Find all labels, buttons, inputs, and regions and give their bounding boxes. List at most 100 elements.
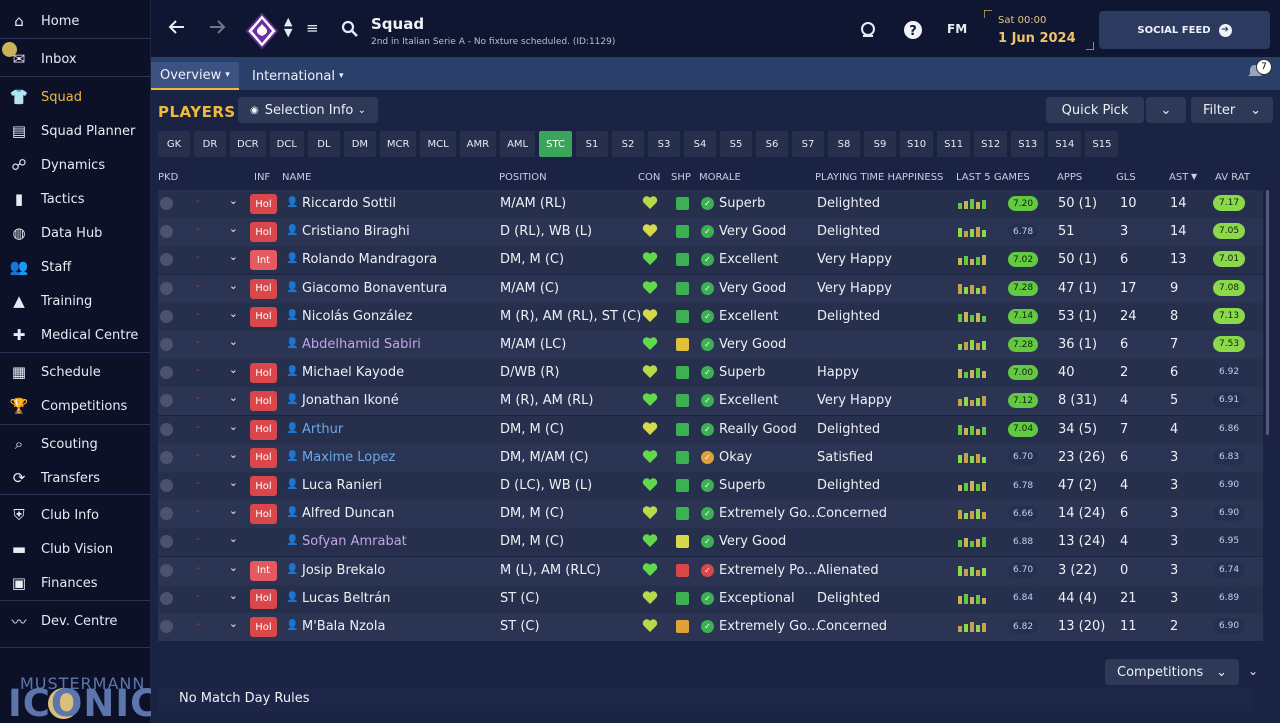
pkd-select[interactable]: - ⌄ <box>184 279 242 299</box>
pick-check-icon[interactable] <box>160 620 173 633</box>
sidebar-item-squad[interactable]: 👕 Squad <box>0 80 150 114</box>
col-pkd[interactable]: PKD <box>158 172 178 183</box>
sidebar-item-squad-planner[interactable]: ▤ Squad Planner <box>0 114 150 148</box>
player-name[interactable]: Abdelhamid Sabiri <box>302 337 421 352</box>
position-filter-dm[interactable]: DM <box>343 131 376 157</box>
position-filter-aml[interactable]: AML <box>500 131 536 157</box>
col-morale[interactable]: MORALE <box>699 172 741 183</box>
col-happiness[interactable]: PLAYING TIME HAPPINESS <box>815 172 943 183</box>
pkd-select[interactable]: - ⌄ <box>184 504 242 524</box>
col-ast[interactable]: AST <box>1169 172 1188 183</box>
pkd-select[interactable]: - ⌄ <box>184 307 242 327</box>
pick-check-icon[interactable] <box>160 253 173 267</box>
collapse-chevron-icon[interactable]: ⌄ <box>1248 664 1258 678</box>
sidebar-item-staff[interactable]: 👥 Staff <box>0 250 150 284</box>
sidebar-item-transfers[interactable]: ⟳ Transfers <box>0 461 150 495</box>
position-filter-mcl[interactable]: MCL <box>420 131 456 157</box>
pkd-select[interactable]: - ⌄ <box>184 532 242 552</box>
position-filter-s4[interactable]: S4 <box>683 131 716 157</box>
sidebar-item-medical-centre[interactable]: ✚ Medical Centre <box>0 318 150 352</box>
table-row[interactable]: - ⌄ Hol 👤 Nicolás González M (R), AM (RL), ST… <box>158 302 1263 331</box>
sidebar-item-home[interactable]: ⌂ Home <box>0 4 150 38</box>
table-row[interactable]: - ⌄ 👤 Sofyan Amrabat DM, M (C) ✓ Very Good 6.88… <box>158 528 1263 557</box>
pick-check-icon[interactable] <box>160 450 173 464</box>
table-row[interactable]: - ⌄ Hol 👤 Maxime Lopez DM, M/AM (C) ✓ Okay Satis… <box>158 443 1263 472</box>
pkd-select[interactable]: - ⌄ <box>184 617 242 637</box>
sidebar-item-dynamics[interactable]: ☍ Dynamics <box>0 148 150 182</box>
position-filter-amr[interactable]: AMR <box>459 131 497 157</box>
position-filter-s14[interactable]: S14 <box>1048 131 1082 157</box>
sidebar-item-club-info[interactable]: ⛨ Club Info <box>0 498 150 532</box>
fm-logo[interactable]: FM <box>947 22 967 36</box>
date-box[interactable]: Sat 00:00 1 Jun 2024 <box>984 10 1094 50</box>
player-name[interactable]: Rolando Mandragora <box>302 252 437 267</box>
globe-icon[interactable] <box>859 20 877 44</box>
position-filter-s15[interactable]: S15 <box>1085 131 1119 157</box>
col-inf[interactable]: INF <box>254 172 270 183</box>
position-filter-s10[interactable]: S10 <box>899 131 934 157</box>
table-row[interactable]: - ⌄ Hol 👤 M'Bala Nzola ST (C) ✓ Extremely Go...… <box>158 613 1263 641</box>
table-row[interactable]: - ⌄ Int 👤 Josip Brekalo M (L), AM (RLC) ✓ Extre… <box>158 556 1263 585</box>
menu-icon[interactable]: ≡ <box>306 19 319 37</box>
col-name[interactable]: NAME <box>282 172 311 183</box>
sidebar-item-schedule[interactable]: ▦ Schedule <box>0 355 150 389</box>
player-name[interactable]: Cristiano Biraghi <box>302 224 410 239</box>
col-last5[interactable]: LAST 5 GAMES <box>956 172 1030 183</box>
pkd-select[interactable]: - ⌄ <box>184 476 242 496</box>
position-filter-s1[interactable]: S1 <box>575 131 608 157</box>
sidebar-item-training[interactable]: ▲ Training <box>0 284 150 318</box>
pick-check-icon[interactable] <box>160 479 173 492</box>
player-name[interactable]: Josip Brekalo <box>302 563 385 578</box>
table-row[interactable]: - ⌄ 👤 Abdelhamid Sabiri M/AM (LC) ✓ Very Good 7… <box>158 331 1263 359</box>
pick-check-icon[interactable] <box>160 225 173 239</box>
position-filter-s5[interactable]: S5 <box>719 131 752 157</box>
position-filter-dcr[interactable]: DCR <box>230 131 266 157</box>
tab-international[interactable]: International ▾ <box>243 62 353 90</box>
table-row[interactable]: - ⌄ Hol 👤 Luca Ranieri D (LC), WB (L) ✓ Superb D… <box>158 472 1263 500</box>
position-filter-s8[interactable]: S8 <box>827 131 860 157</box>
table-row[interactable]: - ⌄ Hol 👤 Lucas Beltrán ST (C) ✓ Exceptional Del… <box>158 584 1263 613</box>
table-row[interactable]: - ⌄ Int 👤 Rolando Mandragora DM, M (C) ✓ Excell… <box>158 246 1263 275</box>
col-position[interactable]: POSITION <box>499 172 547 183</box>
pick-check-icon[interactable] <box>160 338 173 351</box>
player-name[interactable]: Luca Ranieri <box>302 478 382 493</box>
position-filter-dcl[interactable]: DCL <box>269 131 304 157</box>
position-filter-s3[interactable]: S3 <box>647 131 680 157</box>
position-filter-gk[interactable]: GK <box>158 131 190 157</box>
pkd-select[interactable]: - ⌄ <box>184 420 242 440</box>
search-icon[interactable] <box>341 19 359 43</box>
position-filter-s6[interactable]: S6 <box>755 131 788 157</box>
col-apps[interactable]: APPS <box>1057 172 1082 183</box>
sidebar-item-club-vision[interactable]: ▬ Club Vision <box>0 532 150 566</box>
pkd-select[interactable]: - ⌄ <box>184 335 242 355</box>
player-name[interactable]: Giacomo Bonaventura <box>302 281 447 296</box>
table-row[interactable]: - ⌄ Hol 👤 Michael Kayode D/WB (R) ✓ Superb Happy… <box>158 359 1263 388</box>
pick-check-icon[interactable] <box>160 309 173 323</box>
sidebar-item-inbox[interactable]: ✉ Inbox <box>0 42 150 76</box>
player-name[interactable]: Nicolás González <box>302 309 412 324</box>
player-name[interactable]: Alfred Duncan <box>302 506 394 521</box>
position-filter-dr[interactable]: DR <box>194 131 226 157</box>
pick-check-icon[interactable] <box>160 535 173 549</box>
pick-check-icon[interactable] <box>160 366 173 380</box>
pkd-select[interactable]: - ⌄ <box>184 391 242 411</box>
table-row[interactable]: - ⌄ Hol 👤 Arthur DM, M (C) ✓ Really Good Delight… <box>158 415 1263 444</box>
pkd-select[interactable]: - ⌄ <box>184 363 242 383</box>
competitions-dropdown[interactable]: Competitions ⌄ <box>1105 659 1239 685</box>
quick-pick-dropdown[interactable]: ⌄ <box>1146 97 1186 123</box>
pkd-select[interactable]: - ⌄ <box>184 194 242 214</box>
fiorentina-crest-icon[interactable] <box>245 12 279 50</box>
player-name[interactable]: Michael Kayode <box>302 365 404 380</box>
position-filter-dl[interactable]: DL <box>307 131 340 157</box>
table-row[interactable]: - ⌄ Hol 👤 Jonathan Ikoné M (R), AM (RL) ✓ Excel… <box>158 387 1263 416</box>
table-row[interactable]: - ⌄ Hol 👤 Alfred Duncan DM, M (C) ✓ Extremely G… <box>158 500 1263 529</box>
sidebar-item-competitions[interactable]: 🏆 Competitions <box>0 389 150 423</box>
col-avrat[interactable]: AV RAT <box>1215 172 1250 183</box>
filter-dropdown[interactable]: Filter ⌄ <box>1191 97 1273 123</box>
player-name[interactable]: M'Bala Nzola <box>302 619 385 634</box>
quick-pick-button[interactable]: Quick Pick <box>1046 97 1144 123</box>
pick-check-icon[interactable] <box>160 197 173 210</box>
position-filter-s9[interactable]: S9 <box>863 131 896 157</box>
forward-arrow-icon[interactable] <box>207 17 227 42</box>
pick-check-icon[interactable] <box>160 394 173 408</box>
